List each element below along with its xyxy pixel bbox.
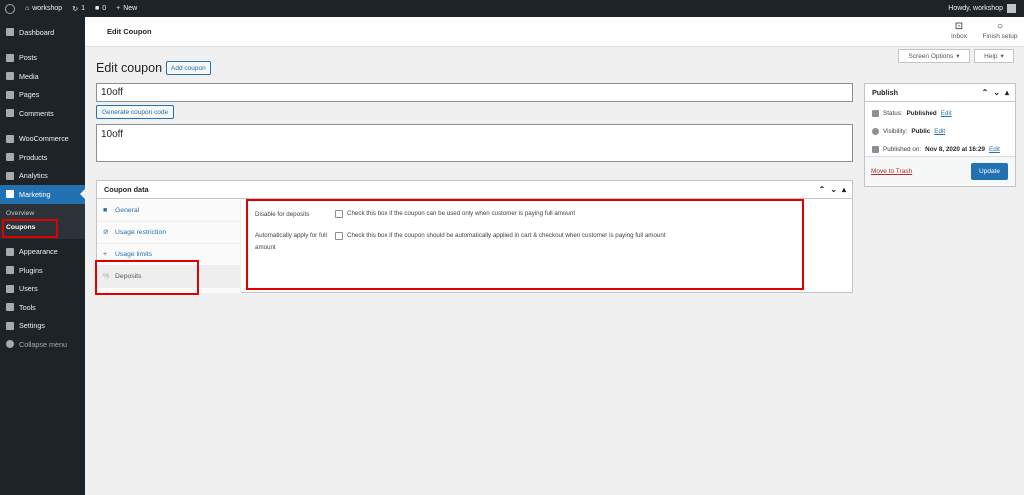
brush-icon — [6, 247, 14, 256]
published-on-row: Published on: Nov 8, 2020 at 16:29 Edit — [872, 146, 1000, 153]
coupon-data-header: Coupon data ⌃ ⌄ ▴ — [97, 181, 852, 199]
edit-visibility-link[interactable]: Edit — [934, 128, 945, 135]
visibility-row: Visibility: Public Edit — [872, 128, 945, 135]
refresh-icon: ↻ — [72, 5, 79, 13]
move-to-trash-link[interactable]: Move to Trash — [871, 168, 912, 175]
coupon-description-textarea[interactable]: 10off — [96, 124, 853, 162]
collapse-icon — [6, 340, 14, 349]
pages-icon — [6, 90, 14, 99]
caret-down-icon: ▾ — [1000, 53, 1004, 60]
caret-down-icon: ▾ — [956, 53, 960, 60]
toggle-panel-icon[interactable]: ▴ — [842, 185, 846, 194]
help-button[interactable]: Help ▾ — [974, 49, 1014, 63]
pin-icon — [872, 110, 879, 117]
comments-link[interactable]: ■ 0 — [90, 0, 111, 17]
highlight-coupons — [2, 219, 58, 238]
publish-actions: Move to Trash Update — [865, 156, 1015, 186]
progress-circle-icon: ○ — [996, 21, 1004, 32]
plugin-icon — [6, 266, 14, 275]
pin-icon — [6, 53, 14, 62]
block-icon: ⊘ — [103, 229, 109, 236]
screen-options-button[interactable]: Screen Options ▾ — [898, 49, 970, 63]
generate-coupon-code-button[interactable]: Generate coupon code — [96, 105, 175, 119]
sidebar-item-comments[interactable]: Comments — [0, 104, 85, 123]
chevron-down-icon[interactable]: ⌄ — [830, 185, 837, 194]
highlight-deposits-tab — [95, 260, 199, 295]
admin-bar: ⌂ workshop ↻ 1 ■ 0 + New Howdy, workshop — [0, 0, 1024, 17]
sidebar-item-pages[interactable]: Pages — [0, 86, 85, 105]
inbox-icon: ⊡ — [954, 21, 964, 32]
updates-link[interactable]: ↻ 1 — [67, 0, 90, 17]
chart-bar-icon — [6, 171, 14, 180]
dashboard-icon — [6, 28, 14, 37]
account-menu[interactable]: Howdy, workshop — [948, 4, 1024, 13]
avatar — [1007, 4, 1016, 13]
wordpress-logo-button[interactable] — [0, 0, 20, 17]
highlight-deposits-panel — [246, 199, 804, 290]
chevron-up-icon[interactable]: ⌃ — [819, 185, 826, 194]
collapse-menu-button[interactable]: Collapse menu — [0, 335, 85, 354]
site-name-link[interactable]: ⌂ workshop — [20, 0, 67, 17]
wrench-icon — [6, 303, 14, 312]
woocommerce-header: Edit Coupon ⊡ Inbox ○ Finish setup — [85, 17, 1024, 47]
publish-box: Publish ⌃ ⌄ ▴ Status: Published Edit Vis… — [864, 83, 1016, 187]
media-icon — [6, 72, 14, 81]
sidebar-item-settings[interactable]: Settings — [0, 317, 85, 336]
wordpress-icon — [5, 3, 15, 14]
users-icon — [6, 284, 14, 293]
chevron-up-icon[interactable]: ⌃ — [982, 88, 989, 97]
tab-usage-restriction[interactable]: ⊘ Usage restriction — [97, 222, 240, 244]
comment-icon: ■ — [94, 5, 100, 12]
home-icon: ⌂ — [25, 5, 30, 12]
sidebar-item-media[interactable]: Media — [0, 67, 85, 86]
plus-icon: + — [116, 5, 121, 12]
sidebar-item-products[interactable]: Products — [0, 148, 85, 167]
sidebar-item-users[interactable]: Users — [0, 280, 85, 299]
tab-general[interactable]: ■ General — [97, 200, 240, 222]
coupon-code-input[interactable] — [96, 83, 853, 102]
sidebar-item-woocommerce[interactable]: WooCommerce — [0, 130, 85, 149]
woo-icon — [6, 134, 14, 143]
sidebar-item-dashboard[interactable]: Dashboard — [0, 23, 85, 42]
settings-icon — [6, 321, 14, 330]
add-coupon-button[interactable]: Add coupon — [166, 61, 211, 75]
header-title: Edit Coupon — [107, 27, 152, 36]
plus-icon: + — [103, 251, 108, 258]
megaphone-icon — [6, 190, 14, 199]
eye-icon — [872, 128, 879, 135]
edit-status-link[interactable]: Edit — [941, 110, 952, 117]
sidebar-item-posts[interactable]: Posts — [0, 49, 85, 68]
sidebar-item-analytics[interactable]: Analytics — [0, 167, 85, 186]
new-content-link[interactable]: + New — [111, 0, 142, 17]
sidebar-item-tools[interactable]: Tools — [0, 298, 85, 317]
publish-header: Publish ⌃ ⌄ ▴ — [865, 84, 1015, 102]
sidebar-item-plugins[interactable]: Plugins — [0, 261, 85, 280]
sidebar-item-appearance[interactable]: Appearance — [0, 243, 85, 262]
edit-date-link[interactable]: Edit — [989, 146, 1000, 153]
calendar-icon — [872, 146, 879, 153]
update-button[interactable]: Update — [971, 163, 1008, 180]
finish-setup-button[interactable]: ○ Finish setup — [978, 21, 1022, 40]
comment-icon — [6, 109, 14, 118]
howdy-label: Howdy, workshop — [948, 5, 1003, 12]
inbox-button[interactable]: ⊡ Inbox — [937, 21, 981, 40]
archive-icon — [6, 153, 14, 162]
chevron-down-icon[interactable]: ⌄ — [993, 88, 1000, 97]
toggle-panel-icon[interactable]: ▴ — [1005, 88, 1009, 97]
status-row: Status: Published Edit — [872, 110, 952, 117]
sidebar-item-marketing[interactable]: Marketing — [0, 185, 85, 204]
ticket-icon: ■ — [103, 207, 108, 214]
page-title: Edit coupon — [96, 61, 163, 75]
admin-sidebar: Dashboard Posts Media Pages Comments Woo… — [0, 17, 85, 495]
